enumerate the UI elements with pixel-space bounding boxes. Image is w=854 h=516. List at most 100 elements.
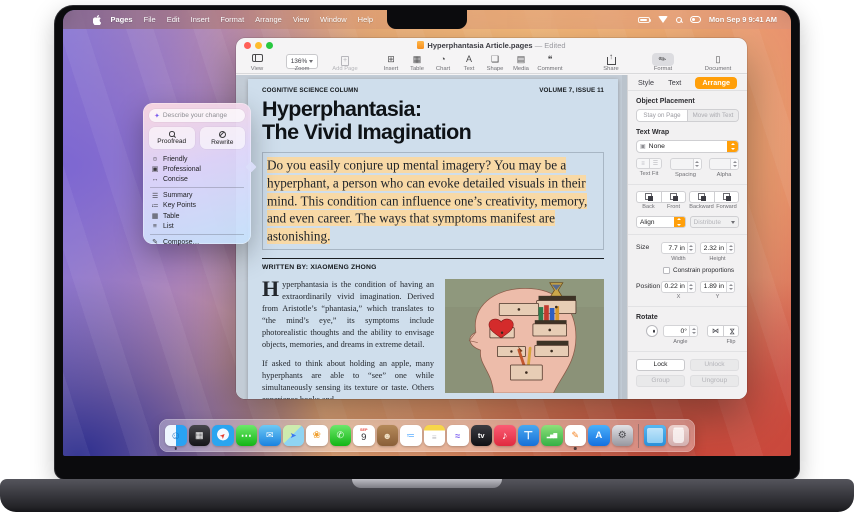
dock-calendar-icon[interactable]: SEP9 <box>353 425 375 447</box>
menu-file[interactable]: File <box>138 15 161 24</box>
document-canvas[interactable]: COGNITIVE SCIENCE COLUMN VOLUME 7, ISSUE… <box>236 75 627 399</box>
article-body-column[interactable]: Hyperphantasia is the condition of havin… <box>262 279 434 399</box>
position-x-stepper[interactable] <box>687 282 695 292</box>
group-button[interactable]: Group <box>636 375 685 387</box>
table-button[interactable]: ▦ Table <box>404 54 430 72</box>
professional-menu-item[interactable]: ▣ Professional <box>149 164 245 174</box>
concise-menu-item[interactable]: ↔ Concise <box>149 174 245 184</box>
menu-bar-clock[interactable]: Mon Sep 9 9:41 AM <box>709 15 777 24</box>
tab-arrange[interactable]: Arrange <box>695 77 737 89</box>
text-fit-right-icon[interactable]: ☰ <box>649 159 661 168</box>
ungroup-button[interactable]: Ungroup <box>690 375 739 387</box>
dock-messages-icon[interactable]: ⋯ <box>236 425 258 447</box>
format-button[interactable]: ✎ Format <box>646 54 680 72</box>
article-title[interactable]: Hyperphantasia: The Vivid Imagination <box>262 98 604 143</box>
text-button[interactable]: A Text <box>456 54 482 72</box>
flip-horizontal-button[interactable]: ⋈ <box>707 325 723 345</box>
key-points-menu-item[interactable]: ≔ Key Points <box>149 201 245 211</box>
dock-downloads-folder-icon[interactable] <box>644 425 666 447</box>
width-stepper[interactable] <box>687 243 695 253</box>
angle-value[interactable]: 0° <box>664 326 689 336</box>
add-page-button[interactable]: + Add Page <box>328 54 362 72</box>
dock-notes-icon[interactable]: ≡ <box>424 425 446 447</box>
selected-text-box[interactable]: Do you easily conjure up mental imagery?… <box>262 152 604 250</box>
position-x-value[interactable]: 0.22 in <box>662 282 687 292</box>
lock-button[interactable]: Lock <box>636 359 685 371</box>
dock-safari-icon[interactable]: ➤ <box>212 425 234 447</box>
menu-window[interactable]: Window <box>314 15 352 24</box>
move-with-text-option[interactable]: Move with Text <box>687 110 738 121</box>
spacing-stepper[interactable] <box>693 159 701 169</box>
document-page[interactable]: COGNITIVE SCIENCE COLUMN VOLUME 7, ISSUE… <box>248 79 618 399</box>
position-y-stepper[interactable] <box>726 282 734 292</box>
table-menu-item[interactable]: ▦ Table <box>149 211 245 221</box>
dock-finder-icon[interactable]: ☺ <box>165 425 187 447</box>
menu-insert[interactable]: Insert <box>185 15 215 24</box>
insert-button[interactable]: ⊞ Insert <box>378 54 404 72</box>
move-to-front-button[interactable]: Front <box>661 191 686 211</box>
menu-edit[interactable]: Edit <box>161 15 185 24</box>
text-wrap-dropdown-button[interactable] <box>727 141 738 152</box>
stay-on-page-option[interactable]: Stay on Page <box>637 110 687 121</box>
spotlight-search-icon[interactable] <box>676 17 682 23</box>
object-placement-segmented[interactable]: Stay on Page Move with Text <box>636 109 739 122</box>
tab-text[interactable]: Text <box>668 78 681 87</box>
media-button[interactable]: ▤ Media <box>508 54 534 72</box>
dock-trash-icon[interactable] <box>668 425 690 447</box>
constrain-proportions-checkbox[interactable] <box>663 267 670 274</box>
dock-reminders-icon[interactable]: ≔ <box>400 425 422 447</box>
compose-menu-item[interactable]: ✎ Compose… <box>149 237 245 247</box>
angle-stepper[interactable] <box>689 326 697 336</box>
dock-numbers-icon[interactable]: ▂▅▇ <box>541 425 563 447</box>
height-value[interactable]: 2.32 in <box>701 243 726 253</box>
dock-keynote-icon[interactable]: ⊤ <box>518 425 540 447</box>
dock-freeform-icon[interactable]: ≈ <box>447 425 469 447</box>
position-y-value[interactable]: 1.89 in <box>701 282 726 292</box>
dock-contacts-icon[interactable]: ☻ <box>377 425 399 447</box>
chart-button[interactable]: ◔ Chart <box>430 54 456 72</box>
move-to-back-button[interactable]: Back <box>636 191 661 211</box>
dock-settings-icon[interactable]: ⚙ <box>612 425 634 447</box>
comment-button[interactable]: ❝ Comment <box>534 54 566 72</box>
dock-photos-icon[interactable]: ❀ <box>306 425 328 447</box>
list-menu-item[interactable]: ≡ List <box>149 221 245 231</box>
control-center-icon[interactable] <box>690 16 701 23</box>
constrain-proportions-row[interactable]: Constrain proportions <box>663 267 739 274</box>
window-title-bar[interactable]: Hyperphantasia Article.pages — Edited <box>236 38 747 53</box>
battery-icon[interactable] <box>638 17 650 23</box>
text-wrap-select[interactable]: ▣ None <box>636 140 739 153</box>
spacing-control[interactable]: Spacing <box>670 158 702 178</box>
menu-pages[interactable]: Pages <box>105 15 138 24</box>
unlock-button[interactable]: Unlock <box>690 359 739 371</box>
align-dropdown-button[interactable] <box>674 216 685 228</box>
dock-appstore-icon[interactable]: A <box>588 425 610 447</box>
zoom-control[interactable]: 136% Zoom <box>280 54 324 72</box>
dock-mail-icon[interactable]: ✉ <box>259 425 281 447</box>
dock-pages-icon[interactable]: ✎ <box>565 425 587 447</box>
wifi-icon[interactable] <box>658 16 668 23</box>
rewrite-button[interactable]: Rewrite <box>200 127 246 149</box>
height-stepper[interactable] <box>726 243 734 253</box>
alpha-stepper[interactable] <box>730 159 738 169</box>
summary-menu-item[interactable]: ☰ Summary <box>149 191 245 201</box>
view-button[interactable]: View <box>240 54 274 72</box>
text-fit-left-icon[interactable]: ≡ <box>637 159 649 168</box>
dock-music-icon[interactable]: ♪ <box>494 425 516 447</box>
rotation-knob[interactable] <box>646 325 658 337</box>
share-button[interactable]: Share <box>594 54 628 72</box>
move-backward-button[interactable]: Backward <box>689 191 714 211</box>
document-button[interactable]: ▯ Document <box>698 54 738 72</box>
menu-arrange[interactable]: Arrange <box>250 15 288 24</box>
apple-menu-icon[interactable] <box>93 15 101 25</box>
alpha-control[interactable]: Alpha <box>709 158 739 178</box>
article-image-column[interactable] <box>445 279 604 399</box>
text-fit-control[interactable]: ≡☰ Text Fit <box>636 158 662 178</box>
distribute-dropdown[interactable]: Distribute <box>690 216 740 228</box>
align-dropdown[interactable]: Align <box>636 216 686 228</box>
highlighted-intro-text[interactable]: Do you easily conjure up mental imagery?… <box>267 157 587 245</box>
dock-maps-icon[interactable]: ➤ <box>283 425 305 447</box>
flip-vertical-button[interactable]: ⋈ Flip <box>723 325 739 345</box>
move-forward-button[interactable]: Forward <box>714 191 739 211</box>
shape-button[interactable]: ❑ Shape <box>482 54 508 72</box>
describe-change-input[interactable]: ✦ Describe your change <box>149 109 245 122</box>
